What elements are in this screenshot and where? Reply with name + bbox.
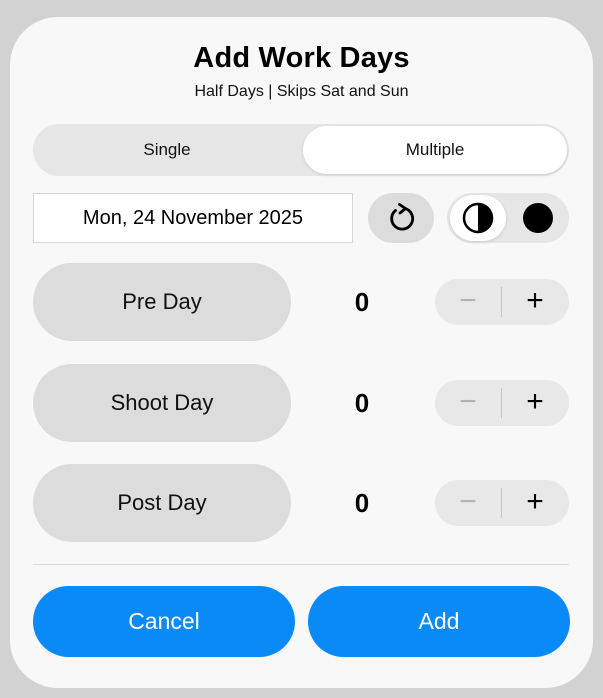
- post-day-count: 0: [354, 488, 370, 518]
- dialog-title: Add Work Days: [193, 42, 410, 74]
- divider: [33, 564, 569, 565]
- post-day-button[interactable]: Post Day: [33, 464, 291, 542]
- half-circle-icon: [462, 202, 494, 234]
- half-day-option[interactable]: [450, 195, 506, 241]
- post-day-decrement-button[interactable]: −: [435, 480, 501, 526]
- reset-icon: [390, 203, 415, 231]
- date-field[interactable]: Mon, 24 November 2025: [33, 193, 353, 243]
- full-circle-icon: [523, 203, 553, 233]
- mode-segmented-control: Single Multiple: [33, 124, 569, 176]
- pre-day-increment-button[interactable]: +: [502, 279, 568, 325]
- add-button[interactable]: Add: [308, 586, 570, 657]
- pre-day-count: 0: [354, 287, 370, 317]
- shoot-day-decrement-button[interactable]: −: [435, 380, 501, 426]
- shoot-day-button[interactable]: Shoot Day: [33, 364, 291, 442]
- segment-single[interactable]: Single: [33, 124, 301, 176]
- full-day-option[interactable]: [510, 195, 566, 241]
- post-day-stepper: − +: [435, 480, 569, 526]
- post-day-increment-button[interactable]: +: [502, 480, 568, 526]
- reset-date-button[interactable]: [368, 193, 434, 243]
- shoot-day-count: 0: [354, 388, 370, 418]
- cancel-button[interactable]: Cancel: [33, 586, 295, 657]
- pre-day-stepper: − +: [435, 279, 569, 325]
- segment-multiple[interactable]: Multiple: [303, 126, 567, 174]
- day-mode-toggle: [447, 193, 569, 243]
- pre-day-decrement-button[interactable]: −: [435, 279, 501, 325]
- shoot-day-stepper: − +: [435, 380, 569, 426]
- pre-day-button[interactable]: Pre Day: [33, 263, 291, 341]
- shoot-day-increment-button[interactable]: +: [502, 380, 568, 426]
- dialog-subtitle: Half Days | Skips Sat and Sun: [194, 83, 409, 100]
